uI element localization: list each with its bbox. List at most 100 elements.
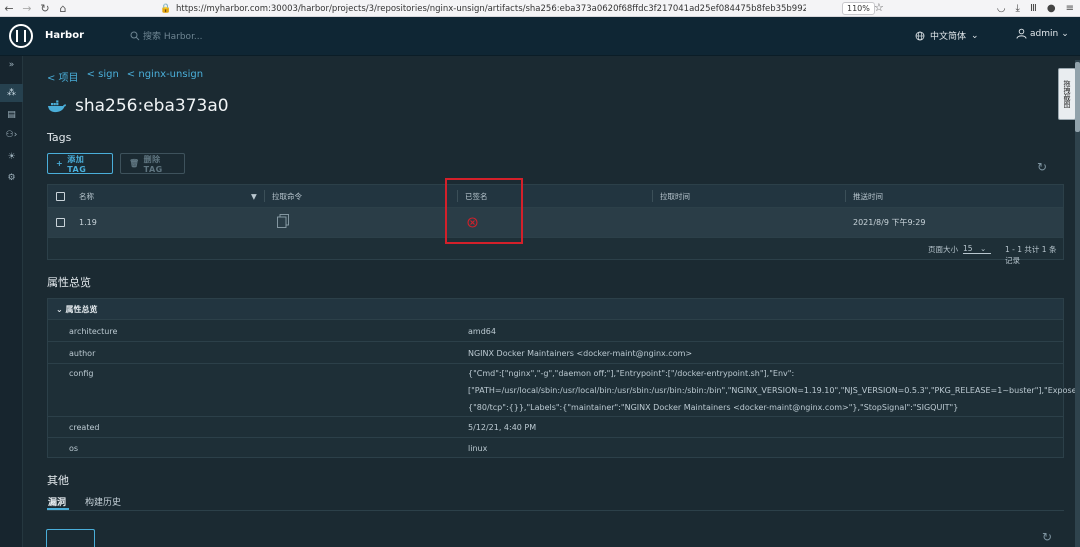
home-icon[interactable]: ⌂ [54, 0, 72, 17]
screenshot-widget[interactable]: 拖拽截图 [1058, 68, 1076, 120]
delete-tag-label: 删除 TAG [143, 154, 163, 174]
column-push-time[interactable]: 推送时间 [853, 185, 883, 208]
tag-name: 1.19 [79, 218, 97, 227]
tab-vulnerabilities[interactable]: 漏洞 [48, 495, 66, 508]
tags-table: 名称 ▼ 拉取命令 已签名 拉取时间 推送时间 1.19 2021/8/9 下午… [47, 184, 1064, 265]
bookmark-star-icon[interactable]: ☆ [874, 1, 884, 14]
tags-table-header: 名称 ▼ 拉取命令 已签名 拉取时间 推送时间 [48, 185, 1063, 208]
select-all-checkbox[interactable] [56, 192, 65, 201]
user-name: admin [1030, 28, 1059, 39]
address-bar[interactable]: 🔒 https://myharbor.com:30003/harbor/proj… [160, 1, 840, 16]
account-icon[interactable]: ● [1047, 3, 1056, 14]
menu-icon[interactable]: ≡ [1066, 3, 1074, 14]
property-row: created 5/12/21, 4:40 PM [48, 418, 1063, 438]
refresh-icon[interactable]: ↻ [1037, 160, 1047, 174]
search-placeholder: 搜索 Harbor... [143, 32, 203, 42]
property-row: config {"Cmd":["nginx","-g","daemon off;… [48, 365, 1080, 417]
collapse-nav-icon[interactable]: » [0, 56, 23, 74]
property-row: os linux [48, 439, 1063, 458]
breadcrumb-repo[interactable]: < nginx-unsign [127, 69, 203, 84]
harbor-logo-icon[interactable] [9, 24, 33, 48]
reload-icon[interactable]: ↻ [36, 0, 54, 17]
zoom-badge[interactable]: 110% [842, 2, 875, 15]
properties-panel: ⌄ 属性总览 architecture amd64 author NGINX D… [47, 298, 1080, 458]
column-separator [845, 190, 846, 202]
table-row[interactable]: 1.19 2021/8/9 下午9:29 [48, 208, 1063, 238]
column-name[interactable]: 名称 [79, 185, 94, 208]
page-size-select[interactable]: 15 ⌄ [963, 244, 991, 254]
chevron-down-icon: ⌄ [1061, 28, 1069, 39]
property-value: {"Cmd":["nginx","-g","daemon off;"],"Ent… [468, 369, 1080, 412]
browser-toolbar: ← → ↻ ⌂ 🔒 https://myharbor.com:30003/har… [0, 0, 1080, 17]
property-value: linux [468, 444, 488, 453]
property-value: amd64 [468, 327, 496, 336]
lock-icon: 🔒 [160, 3, 172, 14]
property-key: author [69, 349, 96, 358]
column-pull-time[interactable]: 拉取时间 [660, 185, 690, 208]
properties-panel-header[interactable]: ⌄ 属性总览 [48, 299, 1063, 320]
global-search[interactable]: 搜索 Harbor... [130, 29, 203, 42]
scan-panel-box[interactable] [46, 529, 95, 547]
chevron-down-icon: ⌄ [56, 305, 63, 314]
property-key: config [69, 369, 94, 378]
property-value: 5/12/21, 4:40 PM [468, 423, 537, 432]
chevron-down-icon: ⌄ [971, 30, 979, 41]
back-icon[interactable]: ← [0, 0, 18, 17]
column-separator [652, 190, 653, 202]
app-header: Harbor 搜索 Harbor... 中文简体 ⌄ admin ⌄ [0, 17, 1080, 56]
tab-build-history[interactable]: 构建历史 [85, 495, 121, 508]
tabs-divider [47, 510, 1064, 511]
signed-column-highlight [445, 178, 523, 244]
pocket-icon[interactable]: ◡ [997, 3, 1006, 14]
nav-admin-icon[interactable]: ⚇› [0, 126, 23, 144]
refresh-icon[interactable]: ↻ [1042, 530, 1052, 544]
page-size-label: 页面大小 [928, 245, 958, 254]
language-label: 中文简体 [930, 32, 967, 42]
url-text: https://myharbor.com:30003/harbor/projec… [176, 3, 806, 14]
user-icon [1016, 28, 1027, 39]
filter-icon[interactable]: ▼ [251, 185, 257, 208]
page-size-value: 15 [963, 244, 973, 253]
docker-whale-icon [48, 100, 66, 113]
forward-icon[interactable]: → [18, 0, 36, 17]
column-pull-command[interactable]: 拉取命令 [272, 185, 302, 208]
add-tag-label: 添加 TAG [67, 154, 87, 174]
nav-theme-icon[interactable]: ☀ [0, 148, 23, 166]
column-separator [264, 190, 265, 202]
nav-api-icon[interactable]: ⚙ [0, 169, 23, 187]
others-heading: 其他 [47, 474, 69, 487]
pagination-summary: 1 - 1 共计 1 条记录 [1005, 245, 1057, 265]
property-row: architecture amd64 [48, 321, 1063, 342]
breadcrumb: < 项目 < sign < nginx-unsign [47, 69, 203, 84]
delete-tag-button[interactable]: 🗑 删除 TAG [120, 153, 185, 174]
left-nav: » ⁂ ▤ ⚇› ☀ ⚙ [0, 56, 23, 547]
nav-logs-icon[interactable]: ▤ [0, 106, 23, 124]
property-row: author NGINX Docker Maintainers <docker-… [48, 343, 1063, 364]
browser-right-icons: ◡ ⤓ Ⅲ ● ≡ [997, 0, 1074, 17]
language-selector[interactable]: 中文简体 ⌄ [915, 29, 979, 42]
property-value: NGINX Docker Maintainers <docker-maint@n… [468, 349, 693, 358]
add-tag-button[interactable]: + 添加 TAG [47, 153, 113, 174]
row-checkbox[interactable] [56, 218, 65, 227]
trash-icon: 🗑 [129, 159, 140, 168]
nav-projects-icon[interactable]: ⁂ [0, 84, 23, 102]
plus-icon: + [56, 159, 64, 168]
tags-heading: Tags [47, 131, 72, 144]
scrollbar-track[interactable] [1075, 60, 1080, 547]
properties-heading: 属性总览 [47, 276, 91, 289]
globe-icon [915, 31, 925, 40]
scrollbar-thumb[interactable] [1075, 62, 1080, 132]
main-content: < 项目 < sign < nginx-unsign sha256:eba373… [23, 56, 1080, 547]
artifact-title: sha256:eba373a0 [75, 96, 229, 116]
user-menu[interactable]: admin ⌄ [1016, 28, 1069, 39]
artifact-title-row: sha256:eba373a0 [47, 96, 229, 116]
properties-panel-title: 属性总览 [65, 305, 98, 314]
breadcrumb-project-sign[interactable]: < sign [87, 69, 119, 84]
property-key: created [69, 423, 100, 432]
table-footer: 页面大小 15 ⌄ 1 - 1 共计 1 条记录 [48, 239, 1063, 265]
push-time: 2021/8/9 下午9:29 [853, 218, 926, 227]
download-icon[interactable]: ⤓ [1016, 3, 1020, 14]
breadcrumb-projects[interactable]: < 项目 [47, 69, 79, 84]
library-icon[interactable]: Ⅲ [1030, 3, 1037, 14]
app-name[interactable]: Harbor [45, 30, 84, 41]
